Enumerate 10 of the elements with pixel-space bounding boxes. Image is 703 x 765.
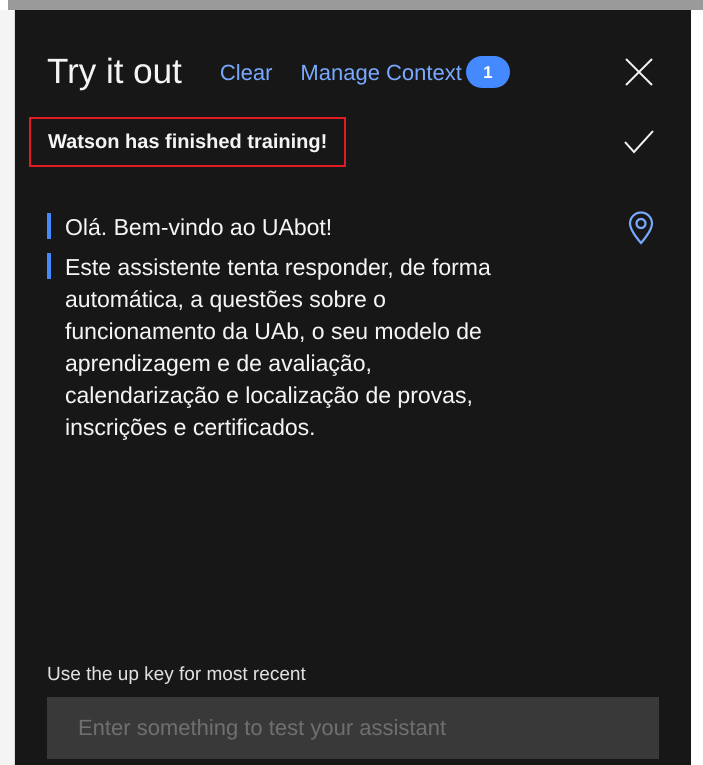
- panel-title: Try it out: [47, 51, 182, 93]
- training-status: Watson has finished training!: [29, 116, 346, 166]
- location-pin-icon[interactable]: [627, 210, 655, 244]
- input-hint: Use the up key for most recent: [47, 662, 307, 686]
- bot-message: Olá. Bem-vindo ao UAbot!: [65, 212, 334, 242]
- count-badge: 1: [466, 56, 510, 88]
- manage-context-link[interactable]: Manage Context: [300, 56, 462, 89]
- clear-link[interactable]: Clear: [220, 56, 272, 89]
- bot-message: Este assistente tenta responder, de forma automática, a questões sobre o funcionamento da UAb, o seu modelo de aprendizagem e de avaliação, calendarização e localização de provas, inscrições e certificados.: [65, 252, 492, 442]
- close-icon: [623, 56, 655, 88]
